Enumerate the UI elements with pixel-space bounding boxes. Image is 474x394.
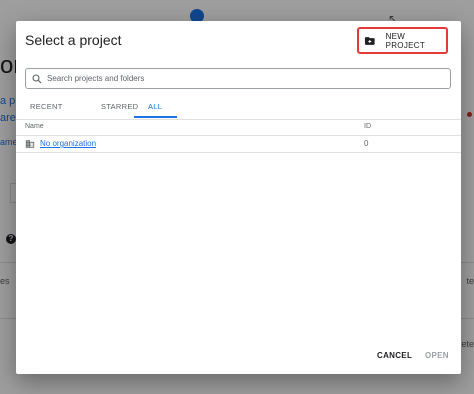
table-row[interactable]: No organization 0	[16, 136, 461, 153]
tab-recent[interactable]: RECENT	[30, 102, 63, 111]
new-project-label: NEW PROJECT	[385, 31, 426, 50]
cancel-button[interactable]: CANCEL	[377, 351, 412, 360]
tab-starred[interactable]: STARRED	[101, 102, 138, 111]
column-header-name: Name	[25, 123, 44, 130]
table-header: Name ID	[16, 119, 461, 136]
search-icon	[32, 73, 42, 83]
search-box[interactable]	[25, 68, 451, 89]
open-button: OPEN	[425, 351, 449, 360]
tab-all[interactable]: ALL	[148, 102, 162, 111]
row-name-link[interactable]: No organization	[40, 139, 96, 148]
dialog-title: Select a project	[25, 32, 122, 48]
new-project-button[interactable]: NEW PROJECT	[362, 30, 445, 51]
new-folder-icon	[364, 36, 375, 45]
search-input[interactable]	[47, 74, 450, 83]
organization-icon	[25, 140, 35, 148]
column-header-id: ID	[364, 123, 371, 130]
select-project-dialog: Select a project NEW PROJECT RECENT STAR…	[16, 21, 461, 374]
tab-active-indicator	[134, 116, 177, 118]
row-id: 0	[364, 139, 369, 148]
project-tabs: RECENT STARRED ALL	[16, 100, 461, 118]
projects-table: Name ID No organization 0	[16, 119, 461, 153]
